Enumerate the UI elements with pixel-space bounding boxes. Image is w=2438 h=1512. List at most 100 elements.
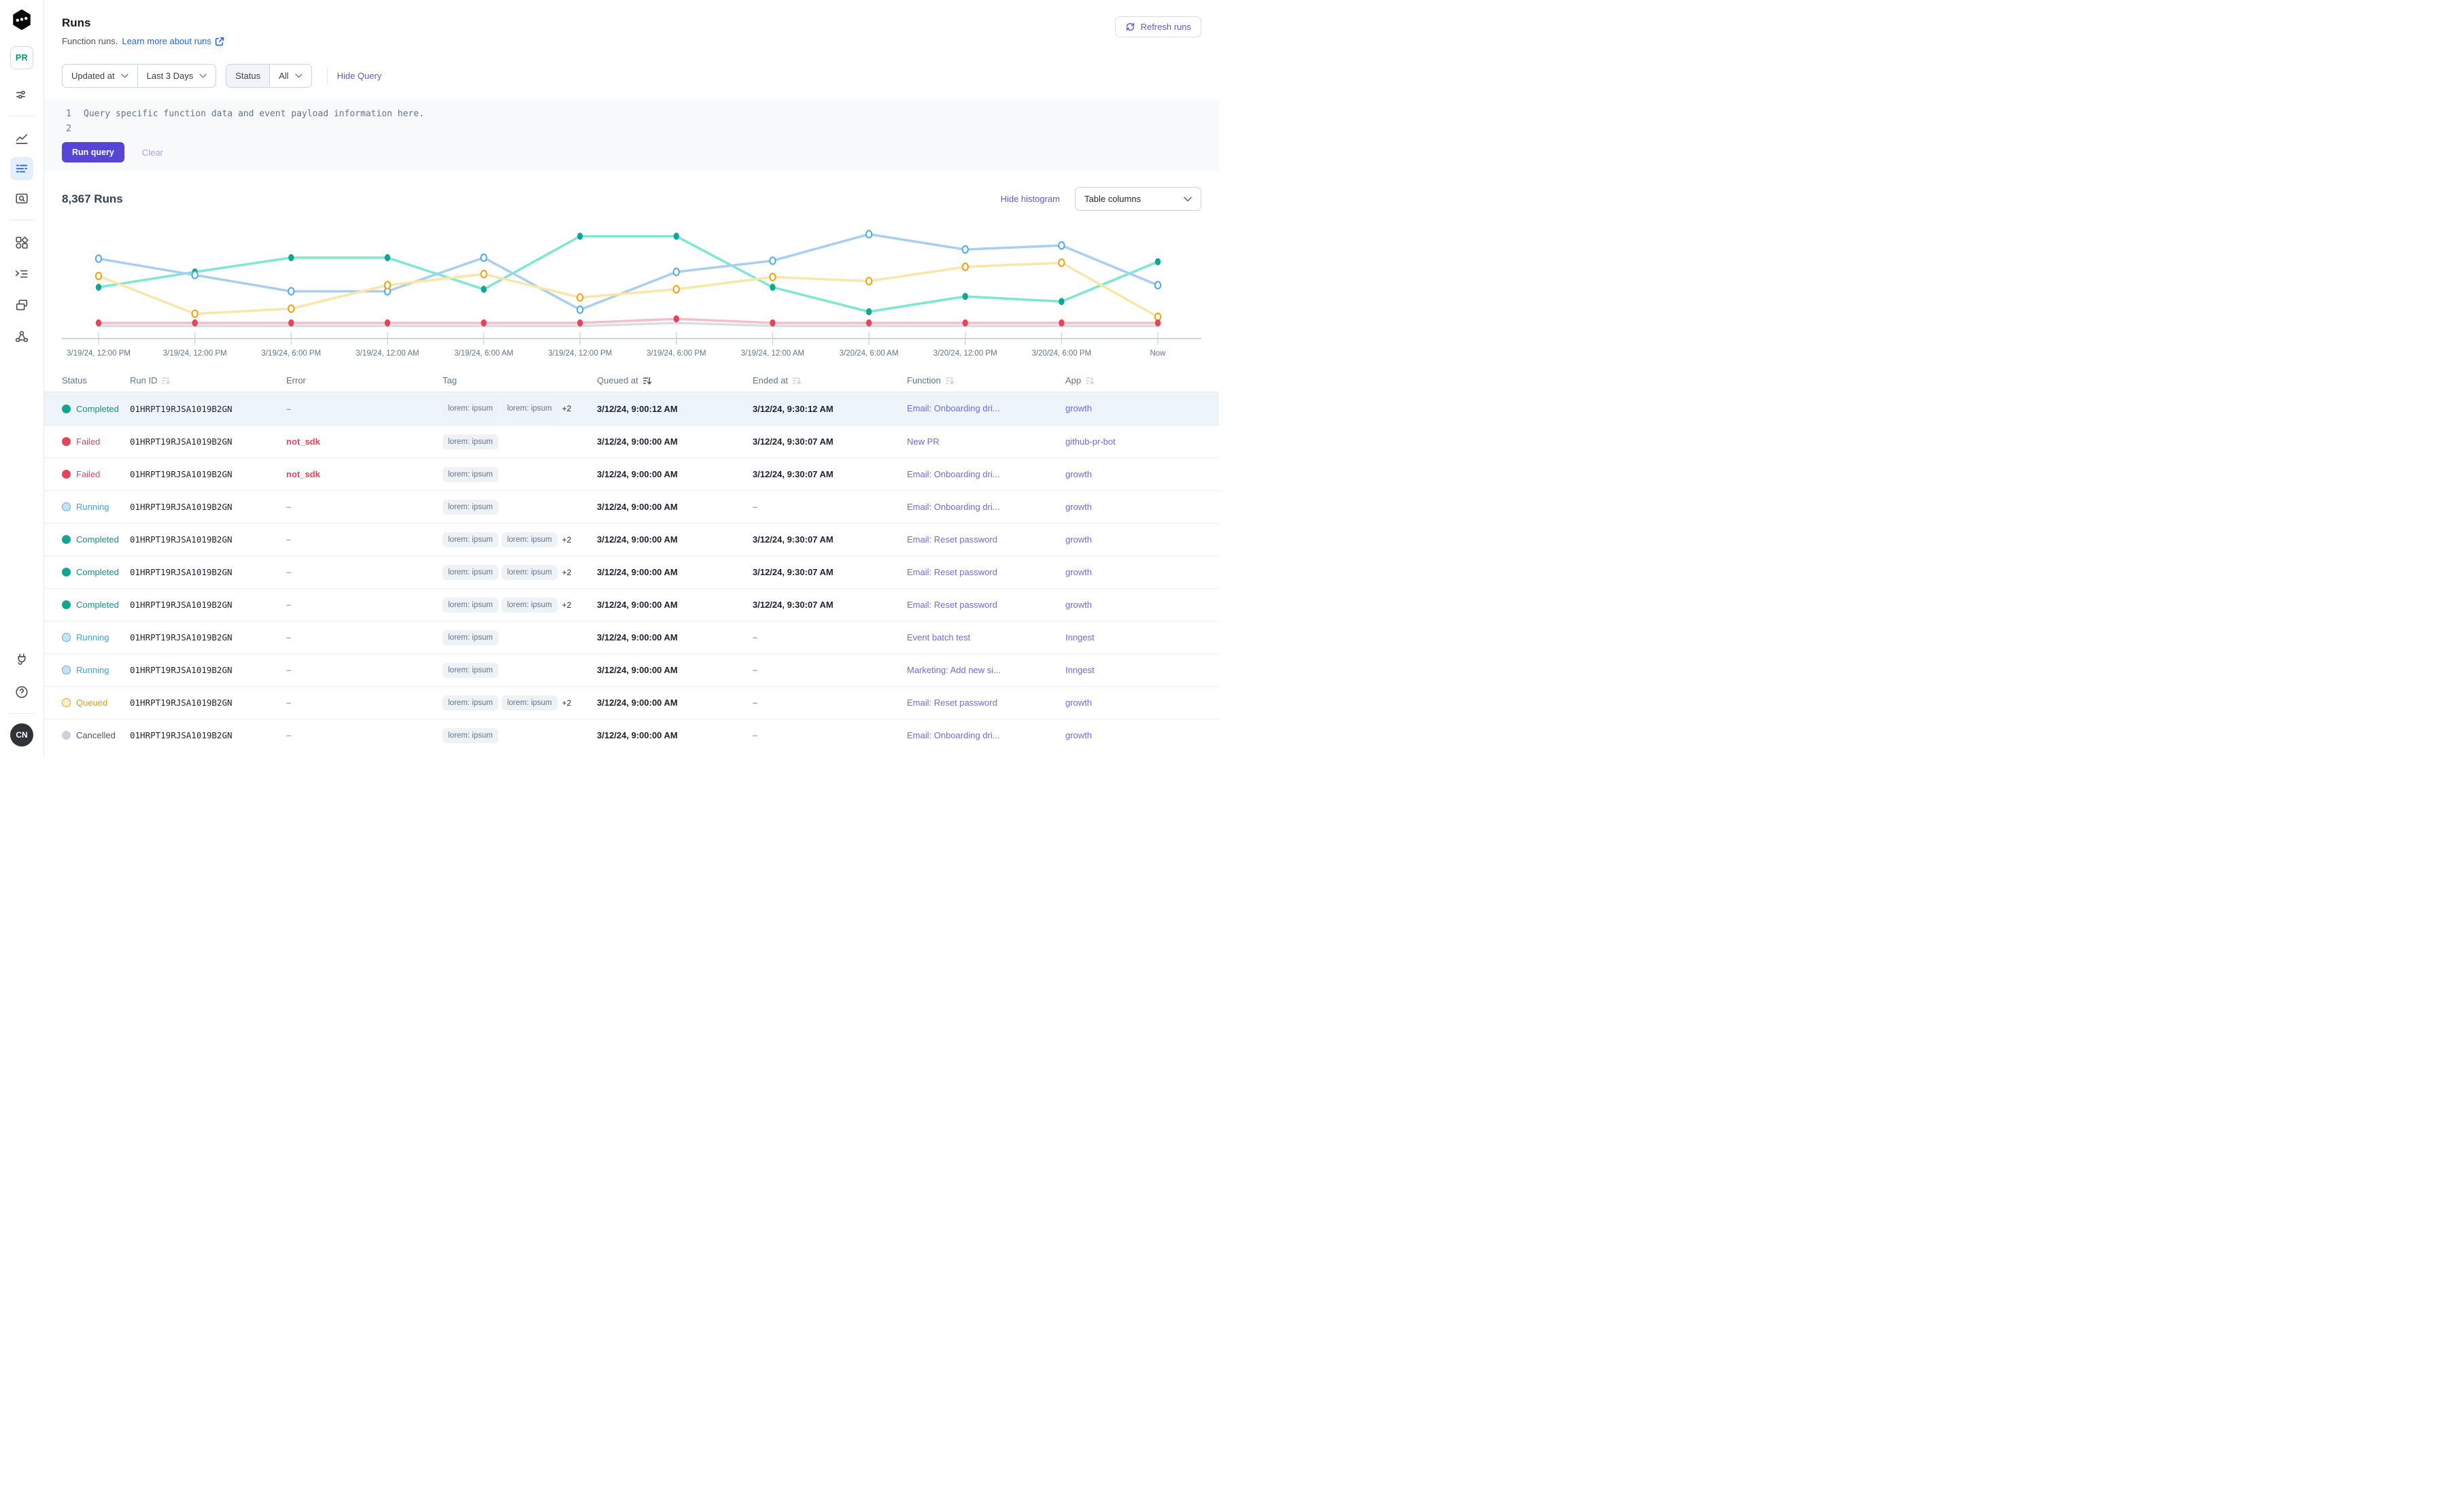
data-point-failed[interactable] [96,320,101,326]
table-row[interactable]: Completed01HRPT19RJSA1019B2GN–lorem: ips… [44,523,1219,555]
data-point-failed[interactable] [577,320,583,326]
app-link[interactable]: growth [1065,730,1092,740]
data-point-queued[interactable] [577,294,583,300]
table-row[interactable]: Running01HRPT19RJSA1019B2GN–lorem: ipsum… [44,653,1219,686]
data-point-failed[interactable] [963,320,968,326]
table-columns-dropdown[interactable]: Table columns [1075,187,1201,211]
data-point-completed[interactable] [481,286,486,292]
user-avatar[interactable]: CN [10,723,33,746]
hide-query-link[interactable]: Hide Query [337,71,382,81]
column-header-status[interactable]: Status [62,375,130,385]
data-point-queued[interactable] [96,273,101,279]
data-point-completed[interactable] [1059,298,1064,305]
function-link[interactable]: Email: Reset password [907,600,997,610]
sidebar-item-functions[interactable] [10,262,33,286]
data-point-queued[interactable] [385,281,390,288]
app-link[interactable]: growth [1065,469,1092,479]
data-point-running[interactable] [1155,281,1161,288]
table-row[interactable]: Completed01HRPT19RJSA1019B2GN–lorem: ips… [44,392,1219,425]
data-point-queued[interactable] [192,310,197,317]
data-point-failed[interactable] [770,320,775,326]
status-filter-select[interactable]: All [269,65,311,87]
data-point-running[interactable] [866,230,872,237]
app-link[interactable]: growth [1065,698,1092,708]
column-header-app[interactable]: App [1065,375,1201,385]
inngest-logo[interactable] [10,8,33,31]
data-point-queued[interactable] [288,305,294,312]
table-row[interactable]: Cancelled01HRPT19RJSA1019B2GN–lorem: ips… [44,719,1219,751]
data-point-failed[interactable] [288,320,294,326]
sidebar-item-apps[interactable] [10,231,33,254]
data-point-running[interactable] [770,257,775,264]
sidebar-item-metrics[interactable] [10,127,33,150]
query-placeholder-text[interactable]: Query specific function data and event p… [84,107,424,122]
data-point-running[interactable] [96,255,101,262]
app-link[interactable]: growth [1065,600,1092,610]
data-point-completed[interactable] [770,284,775,290]
function-link[interactable]: Email: Reset password [907,698,997,708]
data-point-completed[interactable] [963,293,968,300]
sidebar-item-runs[interactable] [10,157,33,180]
function-link[interactable]: Email: Onboarding dri... [907,730,1000,740]
table-row[interactable]: Running01HRPT19RJSA1019B2GN–lorem: ipsum… [44,621,1219,653]
data-point-queued[interactable] [770,273,775,280]
data-point-queued[interactable] [481,271,486,277]
data-point-completed[interactable] [385,254,390,261]
table-row[interactable]: Failed01HRPT19RJSA1019B2GNnot_sdklorem: … [44,458,1219,490]
column-header-function[interactable]: Function [907,375,1065,385]
histogram-chart[interactable]: 3/19/24, 12:00 PM3/19/24, 12:00 PM3/19/2… [62,218,1201,362]
data-point-failed[interactable] [1155,320,1161,326]
app-link[interactable]: growth [1065,502,1092,512]
table-row[interactable]: Failed01HRPT19RJSA1019B2GNnot_sdklorem: … [44,425,1219,458]
data-point-running[interactable] [963,246,968,253]
sidebar-item-event-search[interactable] [10,187,33,210]
data-point-running[interactable] [481,254,486,261]
learn-more-link[interactable]: Learn more about runs [122,36,224,46]
data-point-queued[interactable] [1059,259,1064,266]
sidebar-item-integrations[interactable] [10,648,33,671]
app-link[interactable]: growth [1065,403,1092,413]
column-header-queued-at[interactable]: Queued at [597,375,753,385]
data-point-running[interactable] [1059,242,1064,249]
table-row[interactable]: Running01HRPT19RJSA1019B2GN–lorem: ipsum… [44,490,1219,523]
function-link[interactable]: Email: Reset password [907,567,997,577]
run-query-button[interactable]: Run query [62,142,124,162]
app-link[interactable]: growth [1065,534,1092,545]
clear-query-button[interactable]: Clear [142,148,163,158]
function-link[interactable]: Email: Onboarding dri... [907,403,1000,413]
data-point-failed[interactable] [481,320,486,326]
data-point-queued[interactable] [674,286,679,292]
data-point-queued[interactable] [1155,313,1161,320]
data-point-failed[interactable] [192,320,197,326]
data-point-failed[interactable] [1059,320,1064,326]
table-row[interactable]: Completed01HRPT19RJSA1019B2GN–lorem: ips… [44,555,1219,588]
function-link[interactable]: Marketing: Add new si... [907,665,1001,675]
data-point-running[interactable] [674,269,679,275]
table-row[interactable]: Queued01HRPT19RJSA1019B2GN–lorem: ipsuml… [44,686,1219,719]
function-link[interactable]: Email: Onboarding dri... [907,502,1000,512]
table-row[interactable]: Completed01HRPT19RJSA1019B2GN–lorem: ips… [44,588,1219,621]
data-point-completed[interactable] [1155,258,1161,265]
app-link[interactable]: Inngest [1065,632,1095,642]
data-point-completed[interactable] [674,233,679,239]
data-point-queued[interactable] [866,277,872,284]
data-point-running[interactable] [288,288,294,294]
data-point-failed[interactable] [674,315,679,322]
time-field-select[interactable]: Updated at [63,65,137,87]
data-point-failed[interactable] [385,320,390,326]
data-point-failed[interactable] [866,320,872,326]
data-point-completed[interactable] [96,284,101,290]
column-header-run-id[interactable]: Run ID [130,375,286,385]
sidebar-item-help[interactable] [10,681,33,704]
function-link[interactable]: New PR [907,436,940,447]
data-point-queued[interactable] [963,263,968,270]
data-point-completed[interactable] [288,254,294,261]
column-header-error[interactable]: Error [286,375,443,385]
data-point-completed[interactable] [866,308,872,315]
data-point-running[interactable] [577,306,583,313]
app-link[interactable]: growth [1065,567,1092,577]
sidebar-item-webhooks[interactable] [10,325,33,348]
function-link[interactable]: Email: Onboarding dri... [907,469,1000,479]
hide-histogram-link[interactable]: Hide histogram [1001,194,1060,204]
sidebar-item-environments[interactable] [10,294,33,317]
